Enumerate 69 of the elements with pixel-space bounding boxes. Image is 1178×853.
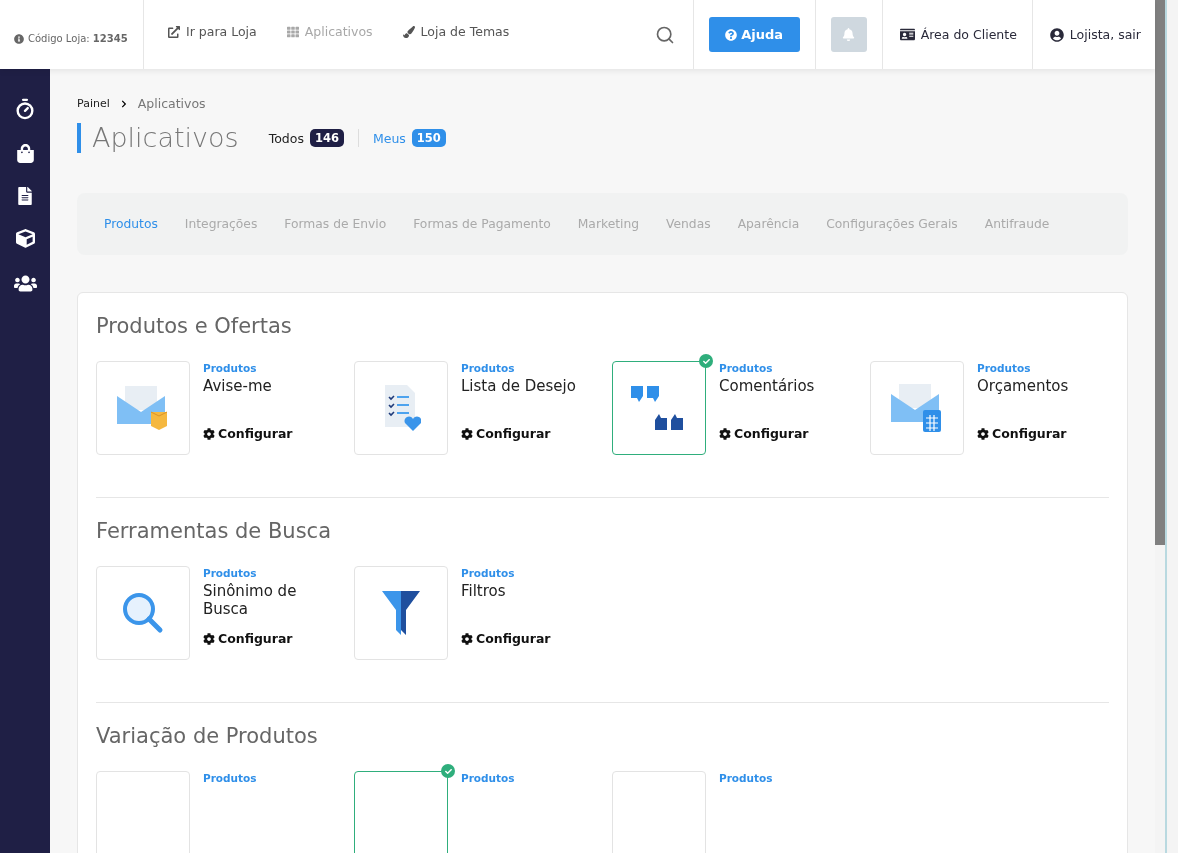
question-icon (725, 28, 738, 41)
count-badge: 150 (411, 129, 446, 147)
section-title: Ferramentas de Busca (96, 519, 333, 543)
configure-link[interactable]: Configurar (203, 631, 341, 646)
app-category: Produtos (461, 772, 516, 784)
cube-icon[interactable] (15, 229, 35, 248)
magnifier-icon (122, 592, 164, 634)
app-name: Sinônimo de Busca (203, 582, 298, 618)
app-category: Produtos (461, 362, 516, 374)
gear-icon (461, 427, 473, 440)
client-area-link[interactable]: Área do Cliente (899, 27, 1017, 42)
envelope-box-icon (117, 386, 169, 430)
search-icon (654, 24, 675, 45)
chevron-icon (119, 99, 128, 108)
configure-link[interactable]: Configurar (719, 426, 857, 441)
app-name: Lista de Desejo (461, 377, 577, 395)
section-title: Variação de Produtos (96, 724, 319, 748)
gear-icon (203, 632, 215, 645)
logout-link[interactable]: Lojista, sair (1049, 27, 1141, 42)
filter-link[interactable]: Meus 150 (358, 129, 460, 147)
app-name: Filtros (461, 582, 507, 600)
gear-icon (461, 632, 473, 645)
gear-icon (203, 427, 215, 440)
bell-icon (842, 28, 856, 41)
page-title: Aplicativos (77, 123, 239, 153)
grid-icon (286, 25, 299, 38)
app-tile[interactable] (354, 771, 448, 853)
document-icon[interactable] (16, 187, 34, 205)
brush-icon (402, 25, 415, 38)
users-icon[interactable] (13, 272, 37, 295)
app-name: Orçamentos (977, 377, 1070, 395)
external-link-icon (168, 25, 180, 38)
app-category: Produtos (203, 567, 258, 579)
category-tab[interactable]: Produtos (104, 217, 158, 231)
app-category: Produtos (203, 772, 258, 784)
breadcrumb-link[interactable]: Aplicativos (137, 96, 206, 111)
app-category: Produtos (461, 567, 516, 579)
app-category: Produtos (719, 772, 774, 784)
funnel-icon (382, 591, 420, 635)
shopping-bag-icon[interactable] (15, 144, 35, 163)
scrollbar-thumb[interactable] (1155, 0, 1165, 545)
app-name: Avise-me (203, 377, 273, 395)
stopwatch-icon[interactable] (14, 98, 36, 120)
configure-link[interactable]: Configurar (461, 426, 599, 441)
nav-link[interactable]: Loja de Temas (402, 24, 510, 39)
breadcrumb-link[interactable]: Painel (77, 97, 110, 110)
store-code: Código Loja: 12345 (28, 33, 128, 44)
app-category: Produtos (977, 362, 1032, 374)
user-icon (1049, 27, 1064, 42)
configure-link[interactable]: Configurar (977, 426, 1115, 441)
info-icon (14, 33, 24, 44)
configure-link[interactable]: Configurar (203, 426, 341, 441)
configure-link[interactable]: Configurar (461, 631, 599, 646)
gear-icon (719, 427, 731, 440)
section-title: Produtos e Ofertas (96, 314, 293, 338)
app-tile[interactable] (612, 361, 706, 455)
nav-link[interactable]: Ir para Loja (168, 24, 257, 39)
app-category: Produtos (203, 362, 258, 374)
app-name: Comentários (719, 377, 816, 395)
filter-link[interactable]: Todos 146 (268, 129, 359, 147)
count-badge: 146 (309, 129, 344, 147)
help-button[interactable]: Ajuda (708, 17, 800, 52)
check-badge (699, 354, 713, 368)
app-category: Produtos (719, 362, 774, 374)
envelope-calculator-icon (891, 384, 943, 432)
nav-link[interactable]: Aplicativos (286, 24, 373, 39)
id-card-icon (899, 27, 915, 42)
gear-icon (977, 427, 989, 440)
check-badge (441, 764, 455, 778)
